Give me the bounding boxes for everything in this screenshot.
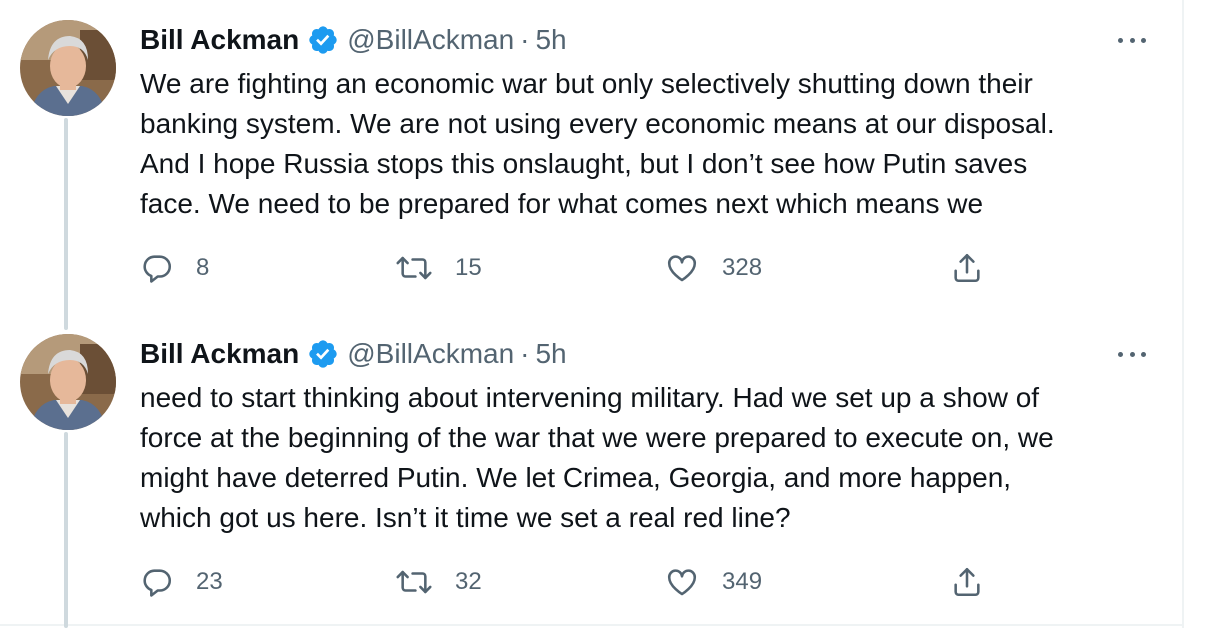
retweet-button[interactable]: 15 <box>395 246 482 290</box>
reply-count: 8 <box>196 254 210 281</box>
author-name[interactable]: Bill Ackman <box>140 338 299 370</box>
share-button[interactable] <box>950 560 984 604</box>
tweet-header: Bill Ackman @BillAckman · 5h <box>140 336 567 372</box>
tweet-header: Bill Ackman @BillAckman · 5h <box>140 22 567 58</box>
column-border <box>1182 0 1184 628</box>
tweet-text-line: need to start thinking about intervening… <box>140 382 1040 413</box>
tweet-actions: 23 32 349 <box>140 560 1040 604</box>
like-icon <box>664 251 700 285</box>
tweet-actions: 8 15 328 <box>140 246 1040 290</box>
like-button[interactable]: 349 <box>664 560 762 604</box>
more-options-icon[interactable] <box>1114 342 1150 366</box>
tweet-text-line: which got us here. Isn’t it time we set … <box>140 502 791 533</box>
reply-count: 23 <box>196 568 223 595</box>
more-options-icon[interactable] <box>1114 28 1150 52</box>
separator-dot: · <box>520 338 530 369</box>
tweet-text-line: We are fighting an economic war but only… <box>140 68 1033 99</box>
reply-button[interactable]: 8 <box>140 246 209 290</box>
tweet-timestamp[interactable]: 5h <box>535 338 566 370</box>
author-name[interactable]: Bill Ackman <box>140 24 299 56</box>
tweet-text-line: banking system. We are not using every e… <box>140 108 1055 139</box>
avatar[interactable] <box>20 20 116 116</box>
share-icon <box>950 565 984 599</box>
retweet-count: 32 <box>455 568 482 595</box>
reply-icon <box>140 251 174 285</box>
tweet-text-line: force at the beginning of the war that w… <box>140 422 1054 453</box>
like-button[interactable]: 328 <box>664 246 762 290</box>
tweet[interactable]: Bill Ackman @BillAckman · 5h We are figh… <box>0 0 1182 314</box>
separator-dot: · <box>520 24 530 55</box>
tweet-text-line: And I hope Russia stops this onslaught, … <box>140 148 1028 179</box>
like-count: 328 <box>722 254 763 281</box>
verified-badge-icon <box>307 24 339 56</box>
tweet-text: need to start thinking about intervening… <box>140 378 1150 538</box>
tweet[interactable]: Bill Ackman @BillAckman · 5h need to sta… <box>0 314 1182 628</box>
share-icon <box>950 251 984 285</box>
author-handle[interactable]: @BillAckman <box>347 24 514 56</box>
reply-button[interactable]: 23 <box>140 560 223 604</box>
tweet-text-line: face. We need to be prepared for what co… <box>140 188 984 219</box>
retweet-icon <box>395 251 433 285</box>
retweet-button[interactable]: 32 <box>395 560 482 604</box>
share-button[interactable] <box>950 246 984 290</box>
verified-badge-icon <box>307 338 339 370</box>
tweet-text: We are fighting an economic war but only… <box>140 64 1150 224</box>
reply-icon <box>140 565 174 599</box>
like-count: 349 <box>722 568 763 595</box>
tweet-timestamp[interactable]: 5h <box>535 24 566 56</box>
like-icon <box>664 565 700 599</box>
tweet-text-line: might have deterred Putin. We let Crimea… <box>140 462 1012 493</box>
author-handle[interactable]: @BillAckman <box>347 338 514 370</box>
retweet-count: 15 <box>455 254 482 281</box>
avatar[interactable] <box>20 334 116 430</box>
retweet-icon <box>395 565 433 599</box>
tweet-thread: Bill Ackman @BillAckman · 5h We are figh… <box>0 0 1212 628</box>
